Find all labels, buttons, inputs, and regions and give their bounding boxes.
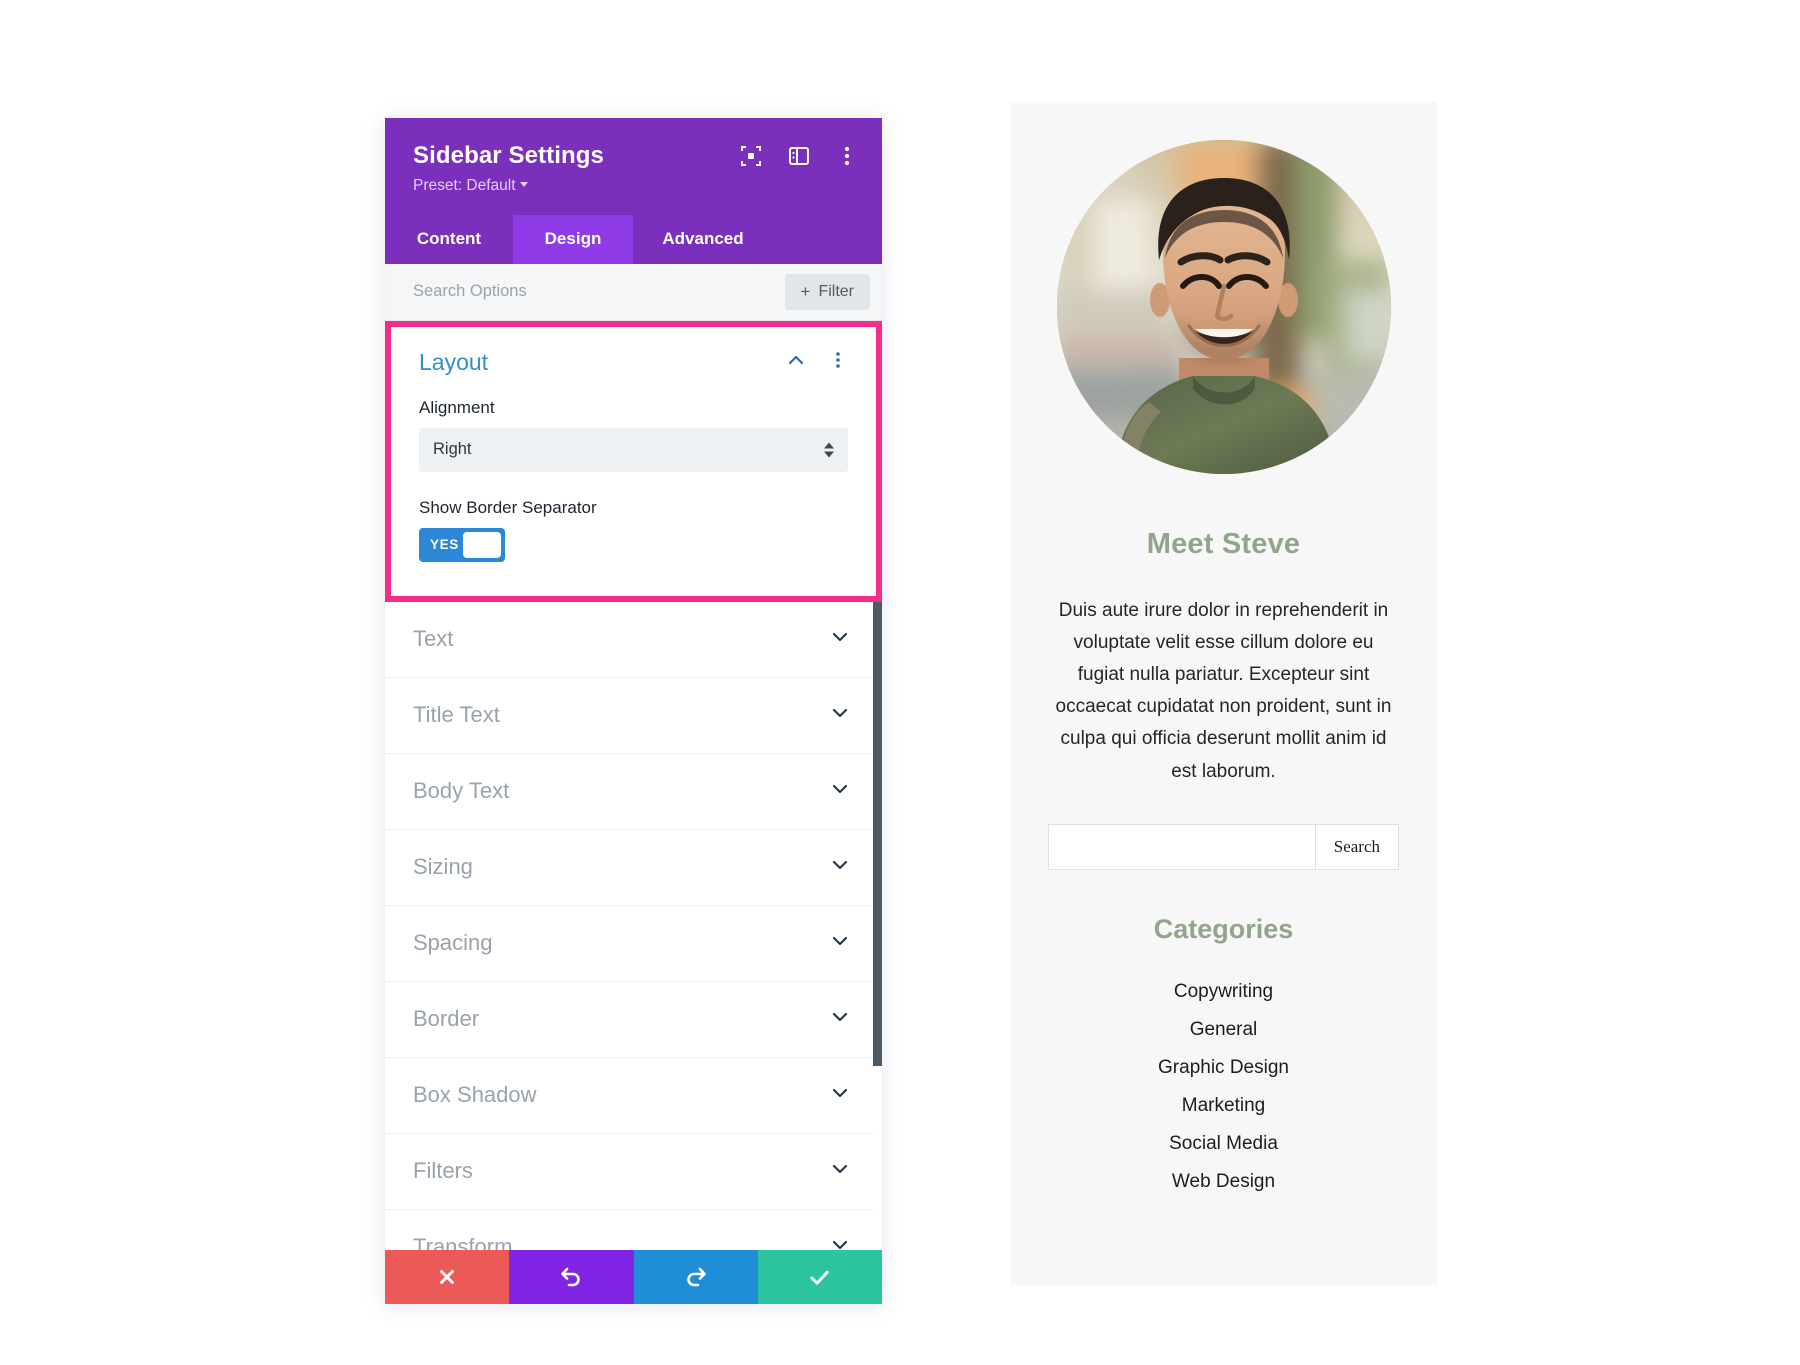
section-title-text-label: Title Text	[413, 702, 500, 728]
list-item[interactable]: Marketing	[1010, 1087, 1437, 1125]
save-button[interactable]	[757, 1250, 882, 1304]
stepper-arrows-icon	[824, 442, 834, 458]
section-filters-label: Filters	[413, 1158, 473, 1184]
categories-list: Copywriting General Graphic Design Marke…	[1010, 973, 1437, 1201]
header-icon-group	[740, 145, 858, 167]
chevron-down-icon	[830, 703, 850, 728]
avatar-photo	[1056, 140, 1391, 474]
sidebar-preview-panel: Meet Steve Duis aute irure dolor in repr…	[1010, 102, 1437, 1285]
preview-heading: Meet Steve	[1146, 528, 1301, 560]
alignment-value: Right	[433, 440, 472, 459]
alignment-label: Alignment	[419, 397, 495, 417]
section-body-text[interactable]: Body Text	[385, 753, 882, 830]
search-options-row: + Filter	[385, 263, 882, 321]
section-title-text[interactable]: Title Text	[385, 677, 882, 754]
section-layout: Layout Alignment Right Show Border Separ…	[385, 320, 882, 602]
border-separator-toggle[interactable]: YES	[419, 527, 505, 562]
panel-tabs: Content Design Advanced	[385, 214, 882, 264]
section-sizing[interactable]: Sizing	[385, 829, 882, 906]
preview-search-form: Search	[1048, 823, 1399, 870]
filter-button[interactable]: + Filter	[784, 273, 870, 310]
avatar	[1056, 140, 1391, 474]
chevron-down-icon	[830, 1159, 850, 1184]
section-more-options-icon[interactable]	[828, 350, 848, 375]
section-filters[interactable]: Filters	[385, 1133, 882, 1210]
triangle-up-icon	[824, 442, 834, 449]
section-layout-header[interactable]: Layout	[419, 349, 848, 376]
list-item[interactable]: Copywriting	[1010, 973, 1437, 1011]
chevron-down-icon	[830, 779, 850, 804]
chevron-down-icon	[519, 182, 528, 188]
alignment-select[interactable]: Right	[419, 427, 848, 472]
section-transform-label: Transform	[413, 1234, 513, 1250]
list-item[interactable]: Social Media	[1010, 1125, 1437, 1163]
chevron-up-icon[interactable]	[786, 350, 806, 375]
preview-search-input[interactable]	[1048, 823, 1315, 870]
section-text-label: Text	[413, 626, 454, 652]
chevron-down-icon	[830, 1235, 850, 1250]
section-box-shadow[interactable]: Box Shadow	[385, 1057, 882, 1134]
triangle-down-icon	[824, 451, 834, 458]
tab-design[interactable]: Design	[513, 214, 633, 264]
toggle-state-label: YES	[430, 537, 459, 553]
section-spacing[interactable]: Spacing	[385, 905, 882, 982]
preview-body-text: Duis aute irure dolor in reprehenderit i…	[1055, 600, 1392, 782]
section-transform[interactable]: Transform	[385, 1209, 882, 1250]
close-button[interactable]	[385, 1250, 510, 1304]
preview-search-button[interactable]: Search	[1314, 823, 1399, 870]
tab-advanced[interactable]: Advanced	[633, 214, 773, 264]
filter-button-label: Filter	[818, 282, 854, 300]
tab-content[interactable]: Content	[385, 214, 513, 264]
redo-button[interactable]	[633, 1250, 758, 1304]
more-options-icon[interactable]	[836, 145, 858, 167]
focus-target-icon[interactable]	[740, 145, 762, 167]
undo-button[interactable]	[509, 1250, 634, 1304]
search-input[interactable]	[413, 282, 785, 302]
preset-selector[interactable]: Preset: Default	[413, 171, 854, 195]
panel-header: Sidebar Settings Preset: Default	[385, 118, 882, 215]
list-item[interactable]: Graphic Design	[1010, 1049, 1437, 1087]
section-border[interactable]: Border	[385, 981, 882, 1058]
chevron-down-icon	[830, 1083, 850, 1108]
categories-heading: Categories	[1153, 913, 1294, 944]
section-border-label: Border	[413, 1006, 480, 1032]
section-sizing-label: Sizing	[413, 854, 473, 880]
section-box-shadow-label: Box Shadow	[413, 1082, 537, 1108]
panel-layout-icon[interactable]	[788, 145, 810, 167]
section-text[interactable]: Text	[385, 601, 882, 678]
collapsed-sections-list: Text Title Text Body Text Sizing Spacing…	[385, 601, 882, 1250]
sidebar-settings-panel: Sidebar Settings Preset: Default Content…	[385, 118, 882, 1304]
section-spacing-label: Spacing	[413, 930, 493, 956]
section-layout-title: Layout	[419, 348, 489, 375]
chevron-down-icon	[830, 627, 850, 652]
panel-footer	[385, 1250, 882, 1304]
list-item[interactable]: General	[1010, 1011, 1437, 1049]
section-body-text-label: Body Text	[413, 778, 510, 804]
chevron-down-icon	[830, 931, 850, 956]
list-item[interactable]: Web Design	[1010, 1163, 1437, 1201]
preset-label: Preset: Default	[413, 176, 516, 194]
avatar-container	[1010, 102, 1437, 474]
section-layout-controls	[786, 350, 848, 375]
toggle-knob	[463, 531, 501, 558]
chevron-down-icon	[830, 1007, 850, 1032]
plus-icon: +	[800, 282, 811, 302]
chevron-down-icon	[830, 855, 850, 880]
settings-scroll-body: Layout Alignment Right Show Border Separ…	[385, 320, 882, 1250]
border-separator-label: Show Border Separator	[419, 497, 597, 517]
